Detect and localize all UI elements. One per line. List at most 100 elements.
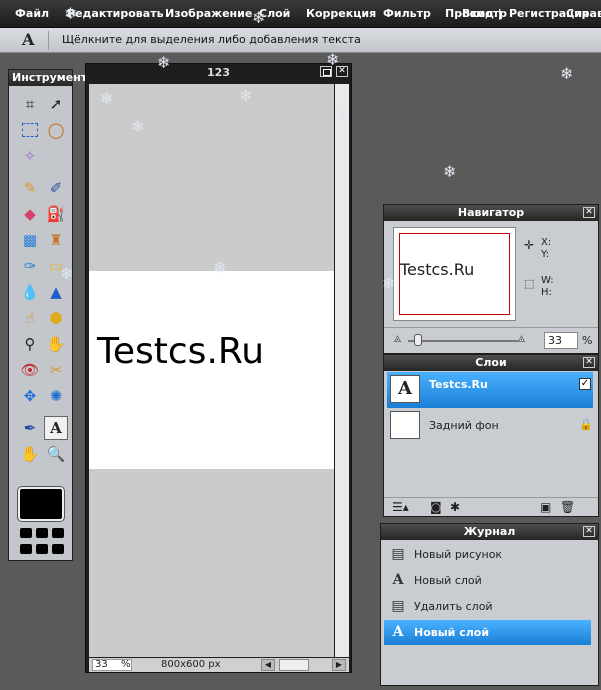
layer-menu-icon[interactable]: ☰▴ — [392, 500, 409, 514]
lasso-tool-icon[interactable]: ◯ — [44, 118, 68, 142]
smudge-tool-icon[interactable]: ☝ — [18, 306, 42, 330]
text-layer-icon: A — [392, 624, 404, 640]
y-label: Y: — [541, 249, 550, 260]
pencil-tool-icon[interactable]: ✎ — [18, 176, 42, 200]
snowflake-icon: ❄ — [131, 117, 145, 136]
lock-icon: 🔒 — [579, 418, 593, 431]
pinch-tool-icon[interactable]: ✺ — [44, 384, 68, 408]
layers-titlebar[interactable]: Слои ✕ — [384, 355, 598, 371]
delete-layer-icon: ▤ — [391, 598, 405, 614]
sharpen-tool-icon[interactable]: ▲ — [44, 280, 68, 304]
layer-visibility-checkbox[interactable]: ✓ — [579, 378, 591, 390]
color-replace-tool-icon[interactable]: ✑ — [18, 254, 42, 278]
document-window: 123 ✕ Testcs.Ru 33% 800x600 px ◀ ▶ — [85, 63, 352, 673]
navigator-close-icon[interactable]: ✕ — [583, 207, 595, 218]
document-statusbar: 33% 800x600 px ◀ ▶ — [89, 658, 349, 672]
swatch-mini-5[interactable] — [36, 544, 48, 554]
eyedropper-tool-icon[interactable]: ✒ — [18, 416, 42, 440]
swatch-mini-1[interactable] — [20, 528, 32, 538]
zoom-out-icon[interactable]: ◬ — [394, 334, 401, 344]
document-titlebar[interactable]: 123 ✕ — [86, 64, 351, 82]
swatch-mini-3[interactable] — [52, 528, 64, 538]
history-item[interactable]: A Новый слой — [384, 568, 591, 593]
scroll-right-arrow-icon[interactable]: ▶ — [332, 659, 346, 671]
hand-tool-icon[interactable]: ✋ — [18, 442, 42, 466]
swatch-mini-6[interactable] — [52, 544, 64, 554]
navigator-panel: Навигатор ✕ Testcs.Ru ✛ X: Y: ⬚ W: H: ◬ … — [383, 204, 599, 354]
layer-name: Testcs.Ru — [429, 378, 488, 391]
magic-wand-tool-icon[interactable]: ✧ — [18, 144, 42, 168]
type-tool-icon[interactable]: A — [44, 416, 68, 440]
spot-heal-tool-icon[interactable]: ✂ — [44, 358, 68, 382]
burn-tool-icon[interactable]: ✋ — [44, 332, 68, 356]
snowflake-icon: ❄ — [336, 104, 350, 123]
swatch-mini-4[interactable] — [20, 544, 32, 554]
marquee-tool-icon[interactable] — [18, 118, 42, 142]
navigator-titlebar[interactable]: Навигатор ✕ — [384, 205, 598, 221]
delete-layer-icon[interactable]: 🗑 — [560, 500, 575, 514]
scroll-left-arrow-icon[interactable]: ◀ — [261, 659, 275, 671]
layer-name: Задний фон — [429, 419, 499, 432]
new-layer-icon[interactable]: ▣ — [540, 500, 551, 514]
color-swatch[interactable] — [17, 486, 65, 522]
history-item[interactable]: A Новый слой — [384, 620, 591, 645]
toolbox-panel: Инструменты ⌗ ➚ ◯ ✧ ✎ ✐ ◆ ⛽ ▩ ♜ ✑ ▭ 💧 ▲ … — [8, 69, 97, 561]
zoom-slider-track[interactable] — [408, 340, 518, 342]
menu-file[interactable]: Файл — [15, 7, 49, 20]
snowflake-icon: ❄ — [326, 50, 340, 69]
vertical-scrollbar[interactable] — [335, 84, 349, 657]
zoom-in-icon[interactable]: ◬ — [518, 334, 525, 344]
menu-edit[interactable]: Редактировать — [67, 7, 164, 20]
history-panel: Журнал ✕ ▤ Новый рисунок A Новый слой ▤ … — [380, 523, 599, 686]
layer-effects-icon[interactable]: ✱ — [450, 500, 460, 514]
swatch-mini-2[interactable] — [36, 528, 48, 538]
layers-title: Слои — [475, 356, 507, 369]
blur-tool-icon[interactable]: 💧 — [18, 280, 42, 304]
document-workspace[interactable]: Testcs.Ru — [89, 84, 334, 657]
zoom-input[interactable]: 33% — [92, 659, 132, 671]
text-layer-icon: A — [392, 572, 404, 588]
zoom-slider-thumb[interactable] — [414, 334, 422, 346]
x-label: X: — [541, 237, 552, 248]
history-title: Журнал — [463, 525, 516, 538]
move-tool-icon[interactable]: ➚ — [44, 92, 68, 116]
history-item[interactable]: ▤ Новый рисунок — [384, 542, 591, 567]
snowflake-icon: ❄ — [252, 8, 266, 27]
zoom-tool-icon[interactable]: 🔍 — [44, 442, 68, 466]
navigator-zoom-bar: ◬ ◬ 33 % — [384, 327, 598, 353]
layer-row[interactable]: Задний фон 🔒 — [387, 408, 593, 444]
navigator-thumbnail[interactable]: Testcs.Ru — [393, 227, 516, 321]
eraser-tool-icon[interactable]: ◆ — [18, 202, 42, 226]
menu-help[interactable]: Справка — [566, 7, 601, 20]
horizontal-scroll-thumb[interactable] — [279, 659, 309, 671]
navigator-zoom-unit: % — [582, 334, 593, 347]
history-close-icon[interactable]: ✕ — [583, 526, 595, 537]
menu-adjustment[interactable]: Коррекция — [306, 7, 376, 20]
bloat-tool-icon[interactable]: ✥ — [18, 384, 42, 408]
sponge-tool-icon[interactable]: ⬢ — [44, 306, 68, 330]
menu-image[interactable]: Изображение — [165, 7, 252, 20]
image-canvas[interactable]: Testcs.Ru — [89, 271, 334, 469]
menu-login[interactable]: Вход | — [462, 7, 502, 20]
canvas-text[interactable]: Testcs.Ru — [97, 331, 264, 372]
stamp-tool-icon[interactable]: ♜ — [44, 228, 68, 252]
gradient-tool-icon[interactable]: ▩ — [18, 228, 42, 252]
image-size: 800x600 px — [161, 659, 221, 670]
brush-tool-icon[interactable]: ✐ — [44, 176, 68, 200]
menu-filter[interactable]: Фильтр — [383, 7, 431, 20]
history-titlebar[interactable]: Журнал ✕ — [381, 524, 598, 540]
history-item[interactable]: ▤ Удалить слой — [384, 594, 591, 619]
layer-row[interactable]: A Testcs.Ru ✓ — [387, 372, 593, 408]
layer-mask-icon[interactable]: ◙ — [430, 500, 442, 514]
red-eye-tool-icon[interactable]: 👁 — [18, 358, 42, 382]
dodge-tool-icon[interactable]: ⚲ — [18, 332, 42, 356]
navigator-title: Навигатор — [457, 206, 525, 219]
snowflake-icon: ❄ — [213, 258, 227, 277]
layers-close-icon[interactable]: ✕ — [583, 357, 595, 368]
snowflake-icon: ❄ — [157, 53, 171, 72]
layers-toolbar: ☰▴ ◙ ✱ ▣ 🗑 — [384, 497, 598, 516]
snowflake-icon: ❄ — [239, 86, 253, 105]
crop-tool-icon[interactable]: ⌗ — [18, 92, 42, 116]
navigator-zoom-input[interactable]: 33 — [544, 332, 578, 349]
fill-tool-icon[interactable]: ⛽ — [44, 202, 68, 226]
